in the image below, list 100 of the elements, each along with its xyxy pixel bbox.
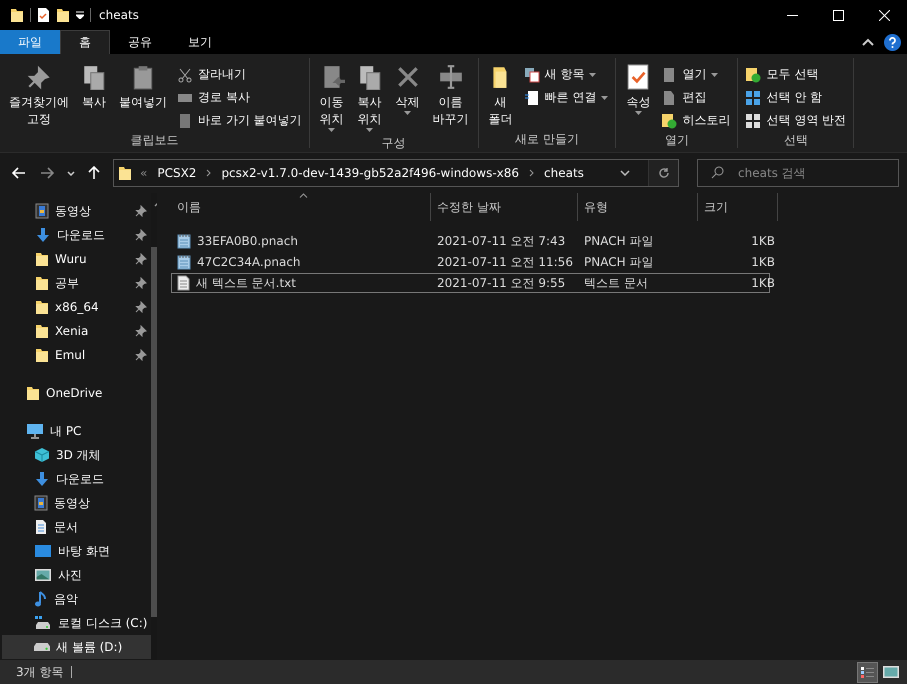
new-item-icon [524,66,540,82]
table-cell-text: 2021-07-11 오전 9:55 [436,274,566,292]
column-header[interactable]: 이름 [171,193,431,221]
ribbon-button[interactable]: 복사 [76,62,112,131]
nav-item[interactable]: 음악 [2,587,152,611]
ribbon-button[interactable]: 경로 복사 [174,87,305,108]
column-header[interactable]: 유형 [578,193,698,221]
ribbon-button[interactable]: 선택 영역 반전 [742,110,850,131]
caret-icon [634,111,642,115]
grid-icon [745,90,762,106]
monitor-icon [26,423,44,439]
ribbon-button[interactable]: 모두 선택 [742,64,850,85]
nav-item[interactable]: 다운로드 [2,223,152,247]
ribbon-button[interactable]: 삭제 [390,62,426,134]
column-header[interactable]: 크기 [698,193,778,221]
text-cursor-icon [438,64,464,90]
nav-item[interactable]: 문서 [2,515,152,539]
pin-icon[interactable] [135,205,148,217]
pin-icon[interactable] [135,229,148,241]
nav-item[interactable]: 로컬 디스크 (C:) [2,611,152,635]
group-label: 클립보드 [129,132,180,149]
ribbon-button[interactable]: 새 폴더 [482,62,519,130]
help-icon[interactable] [884,34,901,50]
nav-item[interactable]: Xenia [2,319,152,343]
ribbon-button[interactable]: 새 항목 [520,64,612,85]
pin-icon[interactable] [135,253,148,265]
ribbon-button[interactable]: 히스토리 [658,110,734,131]
search-field[interactable]: cheats 검색 [697,159,899,187]
shortcut-icon [524,90,540,106]
nav-item[interactable]: 다운로드 [2,467,152,491]
overflow-chevron[interactable]: « [140,166,148,180]
nav-item[interactable]: 3D 개체 [2,443,152,467]
ribbon-button[interactable]: 편집 [658,87,734,108]
text-file-icon [177,275,190,291]
down-arrow-icon [35,227,51,243]
breadcrumb[interactable]: cheats [542,166,586,180]
forward-arrow-icon [40,167,54,179]
group-label: 구성 [380,135,407,152]
caret-icon [66,170,75,176]
table-cell-text: 1KB [750,234,776,248]
ribbon-button[interactable]: 바로 가기 붙여넣기 [174,110,305,131]
folder-icon [35,251,49,267]
new-folder-icon [56,7,70,23]
pin-icon[interactable] [135,325,148,337]
grid-icon [745,112,762,128]
ribbon-button[interactable]: 선택 안 함 [742,87,850,108]
pin-icon[interactable] [135,349,148,361]
details-view-button[interactable] [857,662,878,682]
ribbon-button[interactable]: 이동 위치 [314,62,350,134]
window-title: cheats [99,8,140,22]
folder-icon [26,385,40,401]
nav-item[interactable]: 새 볼륨 (D:) [2,635,152,659]
caret-icon [328,128,336,132]
nav-item[interactable]: 사진 [2,563,152,587]
item-count: 3개 항목 [16,664,64,680]
table-cell-text: 1KB [750,255,776,269]
ribbon-button[interactable]: 이름 바꾸기 [428,62,474,134]
folder-icon [35,347,49,363]
maximize-icon [832,10,844,20]
ribbon-tab[interactable]: 파일 [0,30,60,54]
nav-item[interactable]: Wuru [2,247,152,271]
table-cell: 새 텍스트 문서.txt [172,274,432,292]
ribbon-tab[interactable]: 보기 [170,30,230,54]
caret-icon [711,72,718,76]
address-bar[interactable]: « PCSX2 pcsx2-v1.7.0-dev-1439-gb52a2f496-windows-x86 cheats [113,159,679,187]
nav-item[interactable]: 동영상 [2,199,152,223]
ribbon-button[interactable]: 속성 [620,62,656,131]
nav-item[interactable]: 동영상 [2,491,152,515]
desktop-icon [34,544,52,558]
search-icon [711,166,724,179]
pin-icon[interactable] [135,277,148,289]
nav-item[interactable]: 공부 [2,271,152,295]
chevron-icon [529,169,534,177]
caret-icon[interactable] [76,11,84,19]
folder-icon [35,323,49,339]
properties-icon[interactable] [37,7,50,23]
nav-item[interactable]: OneDrive [2,381,152,405]
column-header[interactable]: 수정한 날짜 [431,193,578,221]
nav-item[interactable]: 바탕 화면 [2,539,152,563]
ribbon-tab[interactable]: 공유 [110,30,170,54]
ribbon-button[interactable]: 잘라내기 [174,64,305,85]
refresh-button[interactable] [648,160,678,186]
ribbon-button[interactable]: 복사 위치 [352,62,388,134]
pin-icon[interactable] [135,301,148,313]
notepad-icon [177,254,191,270]
ribbon-button[interactable]: 빠른 연결 [520,87,612,108]
nav-item[interactable]: x86_64 [2,295,152,319]
nav-item[interactable]: 내 PC [2,419,152,443]
breadcrumb[interactable]: pcsx2-v1.7.0-dev-1439-gb52a2f496-windows-x86 [219,166,522,180]
breadcrumb[interactable]: PCSX2 [155,166,198,180]
refresh-icon [658,167,670,179]
nav-item[interactable]: Emul [2,343,152,367]
ribbon-button[interactable]: 열기 [658,64,734,85]
ribbon-button[interactable]: 붙여넣기 [114,62,172,131]
collapse-icon[interactable] [862,38,874,46]
ribbon-tab[interactable]: 홈 [60,30,110,54]
folder-icon [35,299,49,315]
folder-icon [35,275,49,291]
ribbon-button[interactable]: 즐겨찾기에 고정 [4,62,74,131]
film-icon [34,495,48,511]
